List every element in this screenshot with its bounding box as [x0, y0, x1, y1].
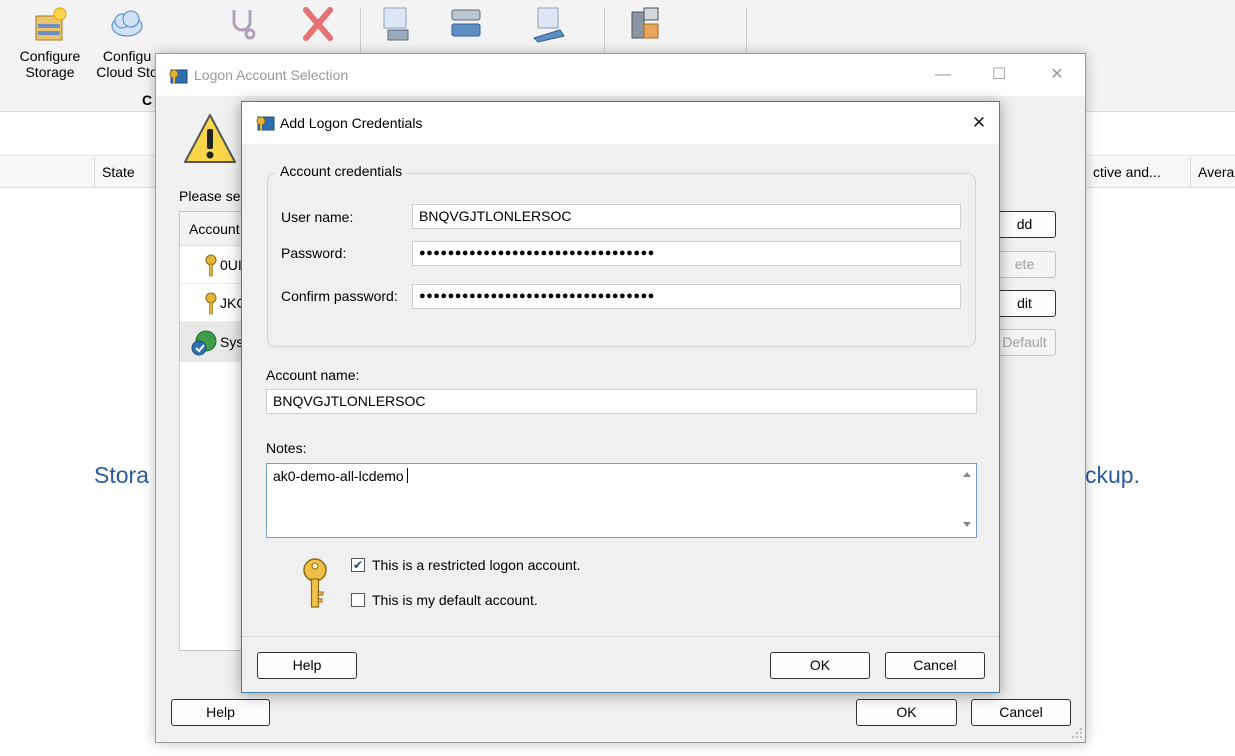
add-logon-credentials-dialog: Add Logon Credentials ✕ Account credenti… [241, 101, 1000, 693]
troubleshoot-button[interactable] [218, 4, 266, 48]
background-message-right: ckup. [1085, 462, 1140, 488]
key-icon [303, 558, 327, 608]
add-dialog-titlebar[interactable]: Add Logon Credentials ✕ [242, 102, 999, 144]
account-credentials-group-title: Account credentials [275, 163, 408, 179]
inventory-icon [383, 7, 409, 41]
logon-key-icon [169, 69, 188, 84]
user-name-label: User name: [281, 209, 354, 225]
logon-dialog-titlebar[interactable]: Logon Account Selection — ☐ ✕ [156, 54, 1085, 96]
password-field[interactable]: ●●●●●●●●●●●●●●●●●●●●●●●●●●●●●●●●● [412, 241, 961, 266]
close-button[interactable]: ✕ [1042, 62, 1072, 88]
configure-cloud-storage-icon [111, 10, 143, 37]
import-button[interactable] [524, 4, 572, 48]
add-dialog-title: Add Logon Credentials [280, 115, 423, 131]
confirm-password-label: Confirm password: [281, 288, 398, 304]
column-header-active[interactable]: ctive and... [1085, 157, 1190, 188]
add-account-label: dd [1016, 216, 1033, 232]
add-dialog-close-button[interactable]: ✕ [964, 110, 994, 136]
add-dialog-cancel-button[interactable]: Cancel [885, 652, 985, 679]
properties-icon [631, 7, 659, 39]
account-list-header[interactable]: Account [180, 212, 244, 246]
add-dialog-ok-button[interactable]: OK [770, 652, 870, 679]
list-item[interactable]: JKC [180, 284, 246, 322]
notes-text: ak0-demo-all-lcdemo [273, 468, 408, 484]
troubleshoot-icon [232, 10, 256, 40]
configure-storage-label2: Storage [25, 64, 75, 80]
list-item[interactable]: 0UI [180, 246, 244, 284]
restricted-account-checkbox[interactable]: ✔ [351, 558, 365, 572]
credentials-key-icon [256, 116, 275, 131]
background-message-left: Stora [94, 462, 149, 488]
configure-cloud-label1: Configu [102, 48, 152, 64]
warning-icon [184, 114, 236, 163]
ribbon-group-label: C [142, 92, 153, 108]
configure-storage-icon [35, 7, 67, 41]
key-icon [205, 292, 217, 315]
account-name: Sys [220, 334, 244, 350]
minimize-button[interactable]: — [928, 62, 958, 88]
delete-account-label: ete [1014, 256, 1035, 272]
account-name: 0UI [220, 257, 242, 273]
resize-grip-icon[interactable] [1071, 727, 1083, 739]
logon-cancel-button[interactable]: Cancel [971, 699, 1071, 726]
notes-textarea[interactable]: ak0-demo-all-lcdemo [266, 463, 977, 538]
system-account-icon [191, 330, 217, 356]
notes-label: Notes: [266, 440, 307, 456]
add-dialog-help-button[interactable]: Help [257, 652, 357, 679]
edit-account-label: dit [1017, 295, 1032, 311]
import-icon [533, 7, 565, 43]
confirm-password-field[interactable]: ●●●●●●●●●●●●●●●●●●●●●●●●●●●●●●●●● [412, 284, 961, 309]
scroll-down-icon[interactable] [963, 522, 971, 527]
text-caret [406, 468, 408, 483]
delete-button[interactable] [294, 4, 342, 48]
password-label: Password: [281, 245, 347, 261]
configure-cloud-label2: Cloud Sto [96, 64, 158, 80]
maximize-button[interactable]: ☐ [984, 62, 1014, 88]
restricted-account-label[interactable]: This is a restricted logon account. [372, 557, 581, 573]
notes-scrollbar[interactable] [958, 464, 976, 537]
inventory-button[interactable] [372, 4, 420, 48]
properties-button[interactable] [620, 4, 668, 48]
checkmark-icon: ✔ [352, 558, 364, 572]
logon-help-button[interactable]: Help [171, 699, 270, 726]
account-name-label: Account name: [266, 367, 360, 383]
catalog-button[interactable] [442, 4, 490, 48]
configure-cloud-storage-button[interactable]: Configu Cloud Sto [94, 4, 160, 80]
default-account-label[interactable]: This is my default account. [372, 592, 538, 608]
default-account-checkbox[interactable] [351, 593, 365, 607]
delete-icon [303, 7, 333, 41]
footer-divider [242, 636, 999, 637]
account-name-field[interactable]: BNQVGJTLONLERSOC [266, 389, 977, 414]
scroll-up-icon[interactable] [963, 472, 971, 477]
list-item[interactable]: Sys [180, 322, 244, 362]
catalog-icon [451, 9, 481, 37]
logon-ok-button[interactable]: OK [856, 699, 957, 726]
user-name-field[interactable]: BNQVGJTLONLERSOC [412, 204, 961, 229]
configure-storage-button[interactable]: Configure Storage [14, 4, 86, 80]
account-list[interactable]: Account 0UI JKC Sys [179, 211, 246, 651]
logon-dialog-title: Logon Account Selection [194, 67, 349, 83]
configure-storage-label1: Configure [19, 48, 81, 64]
key-icon [205, 254, 217, 277]
logon-prompt-text: Please se [179, 188, 241, 204]
column-header-average[interactable]: Avera [1190, 157, 1235, 188]
column-header-state[interactable]: State [94, 157, 164, 188]
